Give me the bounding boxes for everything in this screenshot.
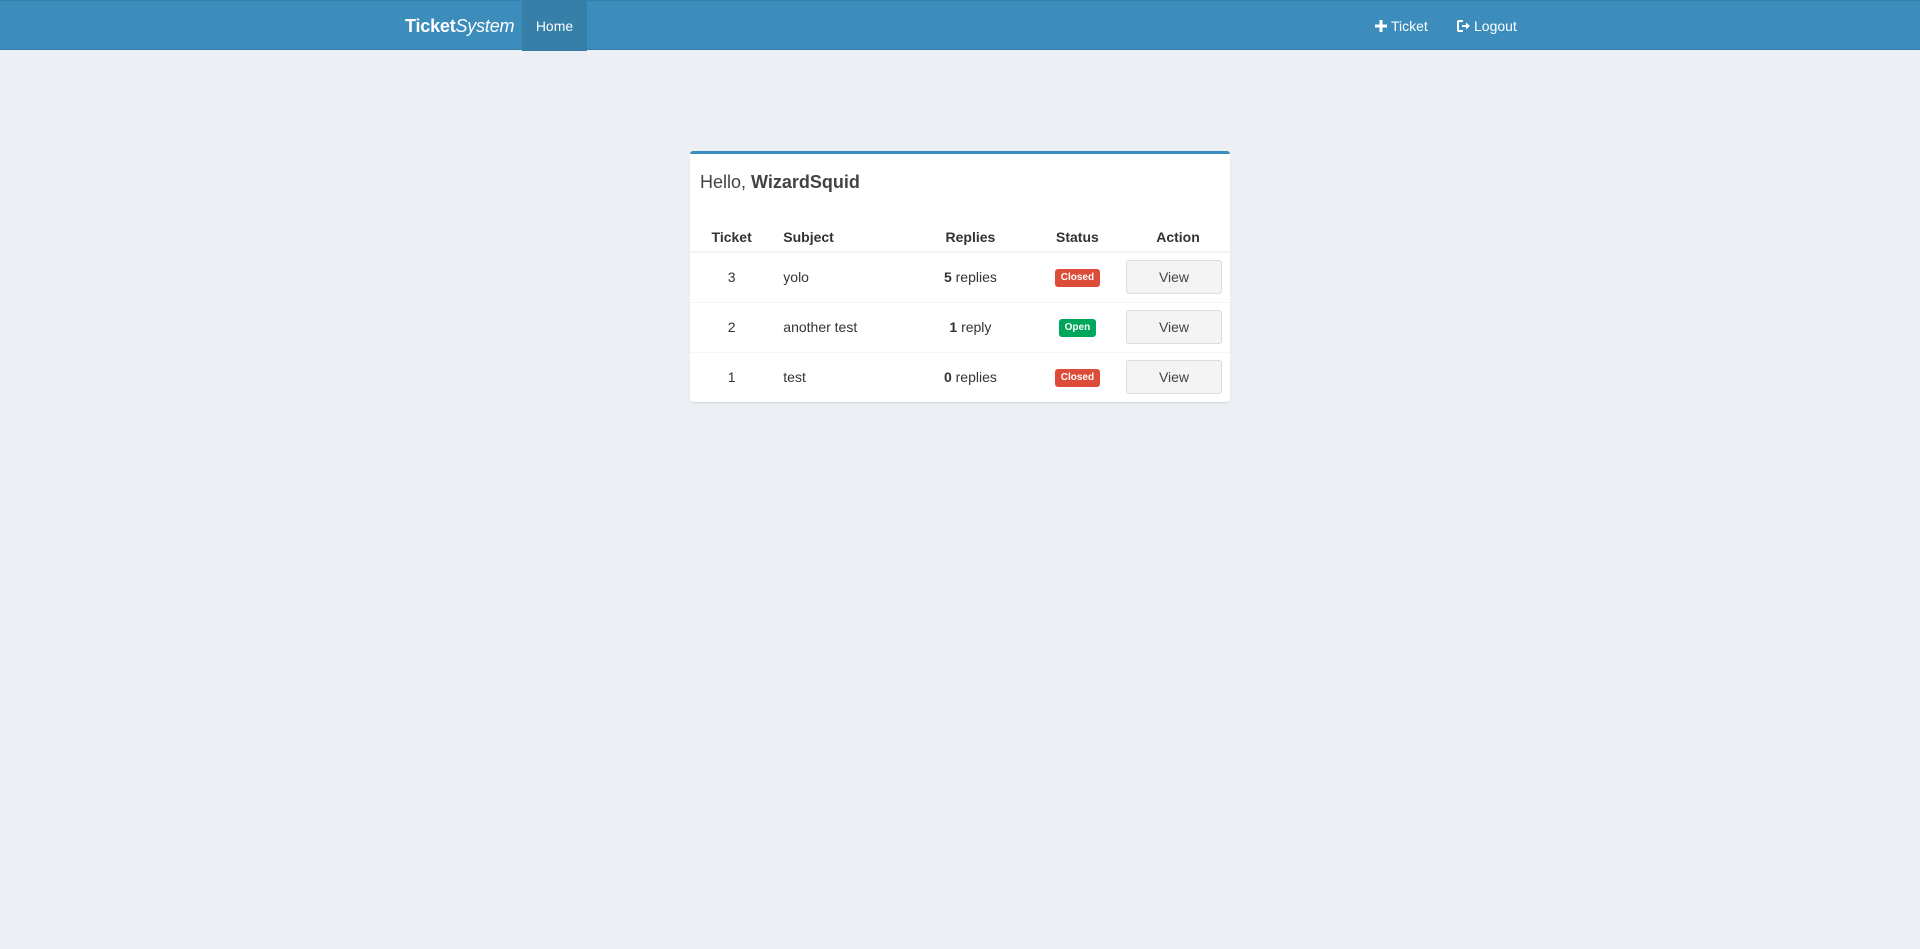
reply-count: 0 xyxy=(943,369,952,386)
status-badge: Closed xyxy=(1054,369,1101,388)
ticket-replies: 0 replies xyxy=(911,351,1029,402)
header-action: Action xyxy=(1125,222,1230,253)
greeting-prefix: Hello, xyxy=(700,172,747,192)
ticket-action: View xyxy=(1125,252,1230,302)
header-status: Status xyxy=(1028,222,1126,253)
ticket-id: 1 xyxy=(690,351,774,402)
status-badge: Closed xyxy=(1054,269,1101,288)
new-ticket-link[interactable]: Ticket xyxy=(1374,1,1428,51)
view-button[interactable]: View xyxy=(1125,360,1222,395)
table-row: 3 yolo 5 replies Closed View xyxy=(690,252,1230,302)
ticket-action: View xyxy=(1125,301,1230,352)
nav-home-label: Home xyxy=(535,18,574,34)
ticket-status: Closed xyxy=(1028,351,1126,402)
view-button[interactable]: View xyxy=(1125,310,1222,344)
ticket-status: Closed xyxy=(1029,252,1126,302)
greeting-username: WizardSquid xyxy=(751,172,860,192)
ticket-id: 3 xyxy=(727,269,736,286)
greeting-heading: Hello, WizardSquid xyxy=(700,172,860,193)
top-navbar: TicketSystem Home Ticket Logout xyxy=(0,0,1920,51)
view-button[interactable]: View xyxy=(1125,260,1222,295)
ticket-replies: 5 replies xyxy=(912,252,1029,302)
ticket-subject: yolo xyxy=(783,269,809,286)
header-replies: Replies xyxy=(911,222,1029,253)
logout-label: Logout xyxy=(1474,18,1517,34)
ticket-subject: test xyxy=(773,351,912,402)
ticket-replies: 1 reply xyxy=(911,301,1029,352)
brand-italic-text: System xyxy=(455,16,515,36)
ticket-status: Open xyxy=(1028,301,1126,352)
nav-home-link[interactable]: Home xyxy=(522,1,587,51)
reply-count: 1 xyxy=(949,319,958,335)
brand-bold-text: Ticket xyxy=(405,16,456,36)
header-subject: Subject xyxy=(773,222,912,253)
new-ticket-label: Ticket xyxy=(1391,18,1428,34)
brand-logo[interactable]: TicketSystem xyxy=(405,1,515,51)
sign-out-icon xyxy=(1457,1,1471,51)
tickets-table: Ticket Subject Replies Status Action 3 y… xyxy=(690,222,1230,402)
ticket-id: 2 xyxy=(690,301,774,352)
reply-word: replies xyxy=(955,269,997,286)
reply-count: 5 xyxy=(943,269,952,286)
header-ticket: Ticket xyxy=(690,222,774,253)
table-row: 2 another test 1 reply Open View xyxy=(690,301,1230,352)
reply-word: replies xyxy=(955,369,997,386)
table-row: 1 test 0 replies Closed View xyxy=(690,351,1230,402)
logout-link[interactable]: Logout xyxy=(1457,1,1517,51)
tickets-card: Hello, WizardSquid Ticket Subject Replie… xyxy=(690,151,1230,402)
ticket-subject: another test xyxy=(773,301,912,352)
ticket-action: View xyxy=(1125,351,1230,402)
table-header-row: Ticket Subject Replies Status Action xyxy=(690,222,1230,253)
reply-word: reply xyxy=(961,319,992,335)
status-badge: Open xyxy=(1058,319,1097,337)
plus-icon xyxy=(1374,1,1388,51)
